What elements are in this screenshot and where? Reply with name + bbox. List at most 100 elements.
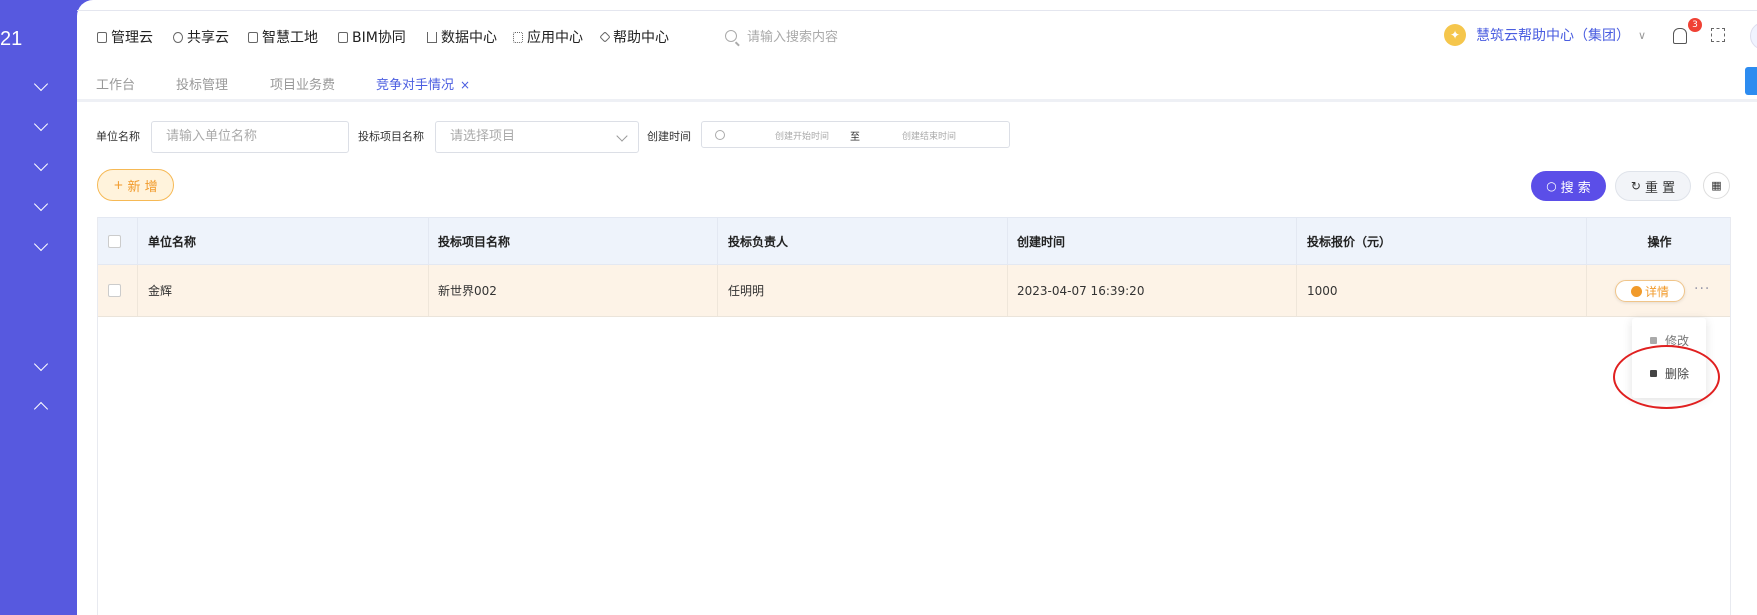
- header-unit-name[interactable]: 单位名称: [148, 218, 196, 264]
- tab-competitor-label: 竞争对手情况: [376, 78, 455, 93]
- plus-icon: +: [113, 178, 124, 192]
- search-input[interactable]: 请输入搜索内容: [747, 26, 838, 45]
- cell-project-name: 新世界002: [438, 284, 497, 298]
- search-icon: [725, 29, 737, 42]
- building-icon: [248, 31, 258, 43]
- column-divider: [137, 218, 138, 264]
- bim-icon: [338, 31, 348, 43]
- sidebar-chevron-up-icon[interactable]: [33, 401, 49, 417]
- unit-name-input[interactable]: 请输入单位名称: [151, 121, 349, 153]
- column-divider: [1586, 265, 1587, 316]
- start-date-input[interactable]: 创建开始时间: [757, 129, 847, 142]
- column-divider: [428, 218, 429, 264]
- table-row[interactable]: 金辉 新世界002 任明明 2023-04-07 16:39:20 1000 详…: [98, 265, 1730, 317]
- cell-unit-name: 金辉: [148, 284, 173, 298]
- refresh-icon: ↻: [1630, 179, 1641, 193]
- notification-badge: 3: [1688, 18, 1702, 32]
- row-checkbox[interactable]: [108, 265, 128, 316]
- header-bid-price[interactable]: 投标报价（元）: [1307, 218, 1391, 264]
- global-search[interactable]: 请输入搜索内容: [725, 26, 838, 45]
- top-nav: 管理云 共享云 智慧工地 BIM协同 数据中心 应用中心 帮助中心 请输入搜索内…: [77, 10, 1757, 66]
- more-circle-icon: [1630, 285, 1642, 297]
- sidebar-chevron-down-icon[interactable]: [33, 356, 49, 372]
- column-divider: [717, 218, 718, 264]
- bell-icon[interactable]: [1673, 28, 1687, 44]
- org-name: 慧筑云帮助中心（集团）: [1476, 28, 1630, 44]
- search-icon: ○: [1546, 179, 1557, 193]
- diamond-icon: [599, 31, 611, 43]
- detail-button-label: 详情: [1644, 284, 1669, 299]
- search-button-label: 搜 索: [1560, 180, 1591, 196]
- detail-button[interactable]: 详情: [1615, 280, 1685, 302]
- header-owner[interactable]: 投标负责人: [728, 218, 788, 264]
- column-divider: [1296, 265, 1297, 316]
- clock-icon: [715, 130, 725, 140]
- header-created-time[interactable]: 创建时间: [1017, 218, 1065, 264]
- add-button-label: 新 增: [127, 179, 158, 195]
- nav-item-help-center[interactable]: 帮助中心: [599, 27, 669, 47]
- project-select[interactable]: 请选择项目: [435, 121, 639, 153]
- column-divider: [428, 265, 429, 316]
- checkbox-icon: [108, 284, 121, 297]
- annotation-circle: [1613, 345, 1720, 409]
- sidebar: 21: [0, 0, 77, 615]
- checkbox-icon: [108, 234, 121, 248]
- nav-item-app-center[interactable]: 应用中心: [513, 27, 583, 47]
- sidebar-number: 21: [0, 28, 23, 50]
- chevron-down-icon: [616, 130, 628, 142]
- column-settings-icon[interactable]: ▦: [1703, 172, 1730, 199]
- project-select-placeholder: 请选择项目: [450, 129, 516, 144]
- header-actions: 操作: [1647, 234, 1672, 249]
- sidebar-chevron-down-icon[interactable]: [33, 236, 49, 252]
- column-divider: [137, 265, 138, 316]
- avatar[interactable]: [1750, 22, 1757, 50]
- cloud-icon: [173, 31, 183, 43]
- search-button[interactable]: ○ 搜 索: [1531, 171, 1606, 201]
- nav-item-manage-cloud[interactable]: 管理云: [97, 27, 153, 47]
- sidebar-chevron-down-icon[interactable]: [33, 196, 49, 212]
- close-icon[interactable]: ×: [460, 78, 470, 92]
- sidebar-chevron-down-icon[interactable]: [33, 76, 49, 92]
- tab-competitor[interactable]: 竞争对手情况 ×: [376, 74, 470, 93]
- org-logo-icon: ✦: [1444, 24, 1466, 46]
- cloud-manage-icon: [97, 31, 107, 43]
- date-range-picker[interactable]: 创建开始时间 至 创建结束时间: [701, 121, 1010, 148]
- chevron-down-icon: ∨: [1638, 28, 1647, 42]
- data-table: 单位名称 投标项目名称 投标负责人 创建时间 投标报价（元） 操作 金辉 新世界…: [97, 217, 1731, 615]
- more-actions-icon[interactable]: ···: [1694, 281, 1710, 297]
- sidebar-chevron-down-icon[interactable]: [33, 156, 49, 172]
- chart-icon: [427, 31, 437, 43]
- cell-created-time: 2023-04-07 16:39:20: [1017, 283, 1145, 298]
- reset-button[interactable]: ↻ 重 置: [1615, 171, 1691, 201]
- nav-item-bim[interactable]: BIM协同: [338, 27, 406, 47]
- edit-icon: [1650, 337, 1657, 344]
- nav-item-data-center[interactable]: 数据中心: [427, 27, 497, 47]
- cell-owner: 任明明: [728, 284, 765, 298]
- tab-bid-management[interactable]: 投标管理: [176, 74, 228, 93]
- column-divider: [717, 265, 718, 316]
- page-tabs: 工作台 投标管理 项目业务费 竞争对手情况 × 更多∨: [77, 66, 1757, 102]
- unit-name-label: 单位名称: [96, 130, 140, 143]
- nav-item-smart-site[interactable]: 智慧工地: [248, 27, 318, 47]
- apps-grid-icon: [513, 31, 523, 43]
- org-switcher[interactable]: ✦ 慧筑云帮助中心（集团） ∨: [1444, 24, 1646, 46]
- created-time-label: 创建时间: [647, 130, 691, 143]
- column-divider: [1007, 265, 1008, 316]
- sidebar-chevron-down-icon[interactable]: [33, 116, 49, 132]
- column-divider: [1296, 218, 1297, 264]
- tab-workbench[interactable]: 工作台: [96, 74, 135, 93]
- column-divider: [1007, 218, 1008, 264]
- reset-button-label: 重 置: [1644, 180, 1676, 196]
- cell-bid-price: 1000: [1307, 283, 1338, 298]
- fullscreen-icon[interactable]: [1711, 28, 1725, 42]
- project-name-label: 投标项目名称: [358, 130, 424, 143]
- table-header: 单位名称 投标项目名称 投标负责人 创建时间 投标报价（元） 操作: [98, 217, 1730, 265]
- more-button[interactable]: 更多∨: [1745, 67, 1757, 95]
- header-project-name[interactable]: 投标项目名称: [438, 218, 510, 264]
- end-date-input[interactable]: 创建结束时间: [884, 129, 974, 142]
- add-button[interactable]: + 新 增: [97, 169, 174, 201]
- select-all-checkbox[interactable]: [108, 218, 128, 264]
- range-separator: 至: [850, 132, 860, 143]
- nav-item-share-cloud[interactable]: 共享云: [173, 27, 229, 47]
- tab-project-fee[interactable]: 项目业务费: [270, 74, 335, 93]
